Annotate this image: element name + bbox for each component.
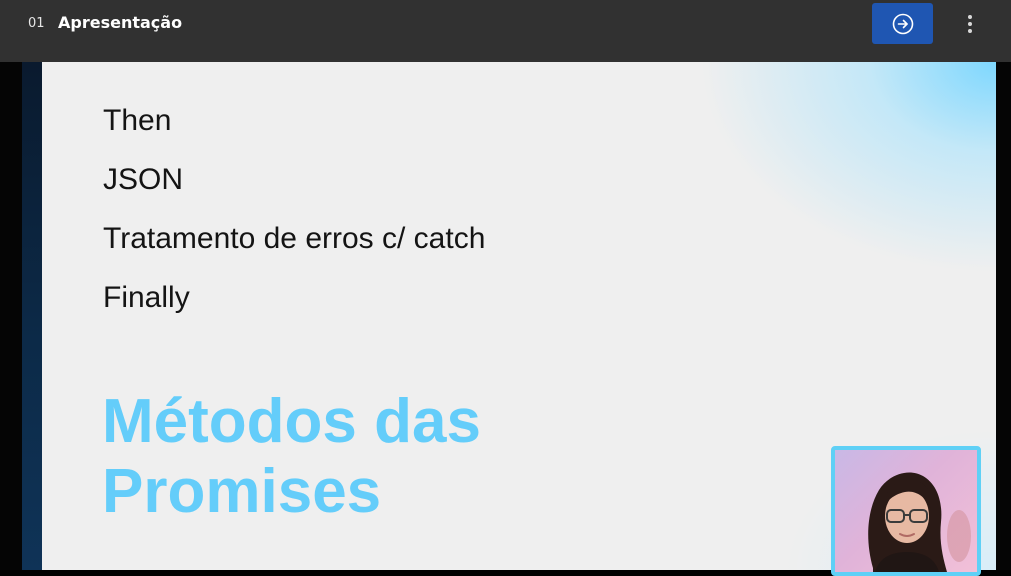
topic-item: Finally <box>103 281 190 314</box>
arrow-right-circle-icon <box>892 13 913 34</box>
topic-item: JSON <box>103 163 184 196</box>
slide-heading-line: Métodos das <box>102 387 481 456</box>
slide-heading: Métodos das Promises <box>102 387 481 527</box>
more-options-button[interactable] <box>960 12 980 36</box>
lesson-header: 01 Apresentação <box>0 0 1011 62</box>
lesson-title: Apresentação <box>58 13 183 32</box>
topic-item: Then <box>103 104 172 137</box>
video-letterbox-right <box>996 62 1011 570</box>
video-letterbox-left <box>0 62 22 570</box>
lesson-number: 01 <box>28 16 45 31</box>
presenter-webcam <box>831 446 981 576</box>
more-vertical-icon <box>968 15 972 33</box>
next-lesson-button[interactable] <box>872 3 933 44</box>
topic-item: Tratamento de erros c/ catch <box>103 222 486 255</box>
slide-heading-line: Promises <box>102 457 382 526</box>
presenter-video-icon <box>868 472 971 572</box>
slide-left-strip <box>22 62 42 570</box>
